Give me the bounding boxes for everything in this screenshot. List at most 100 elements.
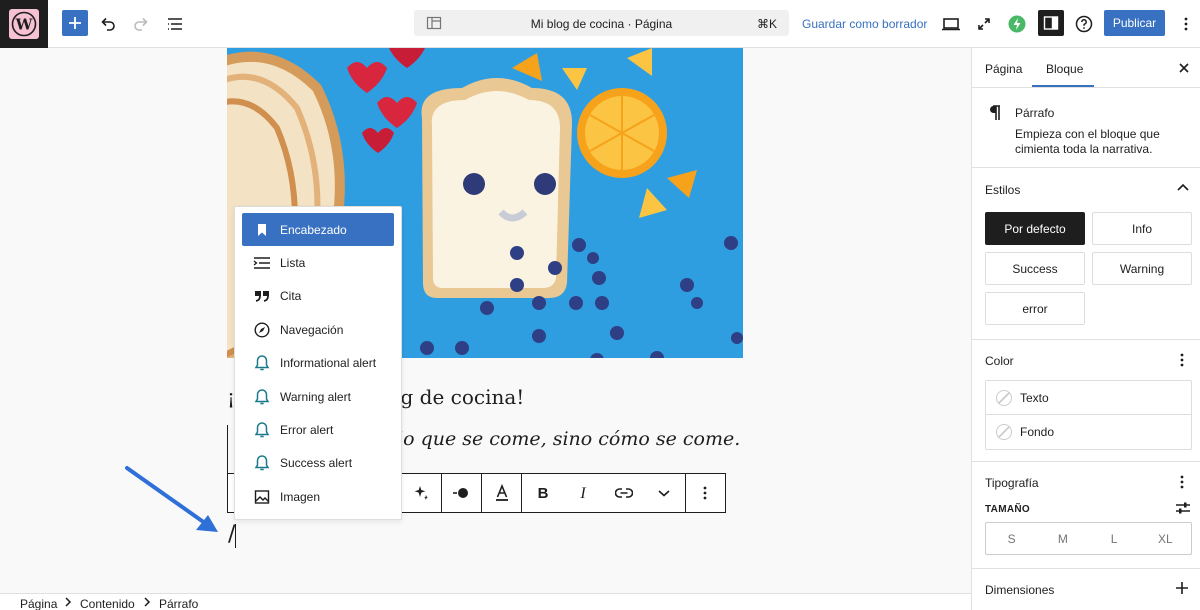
color-text-option[interactable]: Texto xyxy=(986,381,1191,415)
more-vertical-icon[interactable] xyxy=(1179,474,1185,490)
paragraph-icon xyxy=(990,105,1000,120)
text-caret xyxy=(235,524,236,548)
highlight-button[interactable] xyxy=(440,474,481,512)
bold-icon: B xyxy=(537,485,548,501)
style-warning[interactable]: Warning xyxy=(1092,252,1192,285)
wordpress-icon: W xyxy=(11,11,37,37)
jetpack-ai-button[interactable] xyxy=(1003,10,1031,38)
help-icon xyxy=(1075,15,1093,33)
breadcrumb-pagina[interactable]: Página xyxy=(20,597,57,610)
chevron-down-icon xyxy=(658,490,670,497)
wordpress-logo[interactable]: W xyxy=(0,0,48,48)
list-icon xyxy=(253,257,270,269)
plus-icon xyxy=(69,17,81,29)
fullscreen-button[interactable] xyxy=(970,10,998,38)
svg-text:I: I xyxy=(580,485,587,501)
compass-icon xyxy=(254,322,270,338)
highlight-icon xyxy=(453,488,469,498)
chevron-right-icon xyxy=(65,597,72,607)
undo-icon xyxy=(101,17,115,31)
inserter-item-cita[interactable]: Cita xyxy=(242,280,394,313)
styles-panel: Estilos Por defecto Info Success Warning… xyxy=(972,168,1200,340)
inserter-item-navegacion[interactable]: Navegación xyxy=(242,313,394,346)
style-por-defecto[interactable]: Por defecto xyxy=(985,212,1085,245)
publish-button[interactable]: Publicar xyxy=(1104,10,1165,36)
size-s[interactable]: S xyxy=(986,523,1037,554)
close-icon[interactable] xyxy=(1177,61,1191,75)
bell-icon xyxy=(254,455,270,471)
shortcut-hint: ⌘K xyxy=(756,17,777,31)
desktop-icon xyxy=(942,18,960,31)
help-button[interactable] xyxy=(1070,10,1098,38)
text-color-button[interactable] xyxy=(481,474,521,512)
document-overview-button[interactable] xyxy=(161,10,189,38)
inserter-item-imagen[interactable]: Imagen xyxy=(242,480,394,513)
styles-title: Estilos xyxy=(985,183,1021,197)
fullscreen-icon xyxy=(978,18,990,30)
chevron-right-icon xyxy=(144,597,151,607)
inserter-item-informational-alert[interactable]: Informational alert xyxy=(242,347,394,380)
editor-canvas[interactable]: ¡ log de cocina! es lo que se come, sino … xyxy=(0,48,971,593)
italic-icon: I xyxy=(580,485,587,501)
inserter-item-success-alert[interactable]: Success alert xyxy=(242,447,394,480)
size-label: TAMAÑO xyxy=(985,504,1030,515)
block-breadcrumb: Página Contenido Párrafo xyxy=(0,593,971,610)
annotation-arrow xyxy=(125,466,218,532)
block-options-button[interactable] xyxy=(684,474,725,512)
inserter-item-lista[interactable]: Lista xyxy=(242,246,394,279)
inserter-item-error-alert[interactable]: Error alert xyxy=(242,413,394,446)
style-error[interactable]: error xyxy=(985,292,1085,325)
style-info[interactable]: Info xyxy=(1092,212,1192,245)
bell-icon xyxy=(254,422,270,438)
tab-bloque[interactable]: Bloque xyxy=(1046,62,1083,76)
settings-toggle-button[interactable] xyxy=(1038,10,1064,36)
block-inserter-popover: Encabezado Lista Cita Navegación Informa… xyxy=(234,206,402,520)
block-name: Párrafo xyxy=(1015,106,1055,120)
tab-pagina[interactable]: Página xyxy=(985,62,1022,76)
more-vertical-icon[interactable] xyxy=(1179,352,1185,368)
command-palette-bar[interactable]: Mi blog de cocina · Página ⌘K xyxy=(414,10,789,36)
typography-title: Tipografía xyxy=(985,476,1039,490)
quote-icon xyxy=(255,291,269,303)
redo-icon xyxy=(134,17,148,31)
bold-button[interactable]: B xyxy=(522,474,563,512)
breadcrumb-contenido[interactable]: Contenido xyxy=(80,597,135,610)
plus-icon[interactable] xyxy=(1175,581,1189,595)
size-xl[interactable]: XL xyxy=(1140,523,1191,554)
italic-button[interactable]: I xyxy=(563,474,604,512)
empty-swatch-icon xyxy=(996,424,1012,440)
style-success[interactable]: Success xyxy=(985,252,1085,285)
document-title: Mi blog de cocina · Página xyxy=(530,17,673,31)
link-button[interactable] xyxy=(604,474,645,512)
size-l[interactable]: L xyxy=(1089,523,1140,554)
inserter-item-warning-alert[interactable]: Warning alert xyxy=(242,380,394,413)
dimensions-title: Dimensiones xyxy=(985,583,1055,597)
custom-size-icon[interactable] xyxy=(1175,501,1191,515)
color-panel: Color Texto Fondo xyxy=(972,340,1200,462)
image-icon xyxy=(254,490,270,504)
undo-button[interactable] xyxy=(94,10,122,38)
more-formats-button[interactable] xyxy=(644,474,685,512)
color-options: Texto Fondo xyxy=(985,380,1192,450)
chevron-up-icon[interactable] xyxy=(1176,182,1190,192)
more-vertical-icon xyxy=(1184,17,1188,31)
bell-icon xyxy=(254,355,270,371)
add-block-button[interactable] xyxy=(62,10,88,36)
options-menu-button[interactable] xyxy=(1172,10,1200,38)
inserter-item-encabezado[interactable]: Encabezado xyxy=(242,213,394,247)
settings-sidebar: Página Bloque Párrafo Empieza con el blo… xyxy=(971,48,1200,610)
ai-assistant-button[interactable] xyxy=(400,474,441,512)
link-icon xyxy=(614,488,633,498)
svg-text:W: W xyxy=(15,16,34,34)
size-m[interactable]: M xyxy=(1037,523,1088,554)
svg-text:B: B xyxy=(537,485,548,501)
preview-button[interactable] xyxy=(937,10,965,38)
font-size-picker: S M L XL xyxy=(985,522,1192,555)
breadcrumb-parrafo[interactable]: Párrafo xyxy=(159,597,198,610)
color-background-option[interactable]: Fondo xyxy=(986,415,1191,449)
save-draft-button[interactable]: Guardar como borrador xyxy=(802,17,927,31)
sidebar-tabs: Página Bloque xyxy=(972,48,1200,88)
redo-button[interactable] xyxy=(127,10,155,38)
text-color-icon xyxy=(495,484,508,501)
lightning-icon xyxy=(1008,15,1026,33)
